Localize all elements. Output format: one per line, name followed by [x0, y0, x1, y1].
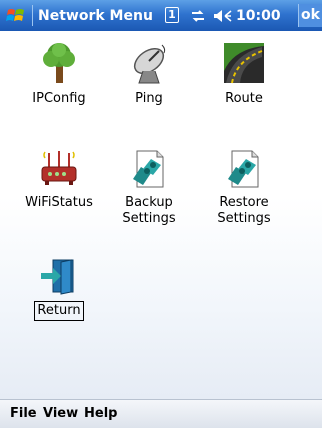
volume-icon[interactable] [212, 8, 232, 24]
tile-label: WiFiStatus [25, 195, 93, 210]
tile-ipconfig[interactable]: IPConfig [14, 41, 104, 107]
menu-file[interactable]: File [10, 406, 37, 422]
tile-return[interactable]: Return [14, 256, 104, 321]
tile-label: Restore Settings [217, 195, 271, 226]
satellite-dish-icon [133, 44, 166, 84]
icon-grid: IPConfig Ping Route WiFiStatus Backup Se… [0, 31, 322, 399]
tile-restore-settings[interactable]: Restore Settings [199, 149, 289, 227]
road-icon [224, 43, 264, 84]
ok-button[interactable]: ok [298, 4, 322, 27]
tile-label: Backup Settings [122, 195, 176, 226]
menu-help[interactable]: Help [84, 406, 117, 422]
wifi-router-icon [41, 151, 77, 185]
tile-ping[interactable]: Ping [104, 41, 194, 107]
tile-label: IPConfig [32, 91, 86, 106]
tile-label: Route [225, 91, 263, 106]
tile-label: Ping [135, 91, 163, 106]
menu-bar: File View Help [0, 399, 322, 428]
exit-door-icon [41, 259, 74, 295]
settings-document-icon [133, 150, 164, 188]
tile-wifistatus[interactable]: WiFiStatus [14, 149, 104, 211]
tile-label: Return [34, 301, 84, 321]
start-logo-icon[interactable] [6, 6, 26, 26]
connectivity-icon[interactable] [190, 9, 206, 23]
title-bar: Network Menu 1 10:00 ok [0, 0, 322, 31]
tree-icon [43, 43, 75, 83]
notification-badge[interactable]: 1 [165, 7, 179, 23]
tile-backup-settings[interactable]: Backup Settings [104, 149, 194, 227]
tile-route[interactable]: Route [199, 41, 289, 107]
clock-time[interactable]: 10:00 [236, 7, 281, 25]
title-separator [32, 5, 33, 26]
menu-view[interactable]: View [43, 406, 78, 422]
settings-document-icon [228, 150, 259, 188]
window-title: Network Menu [38, 8, 153, 24]
